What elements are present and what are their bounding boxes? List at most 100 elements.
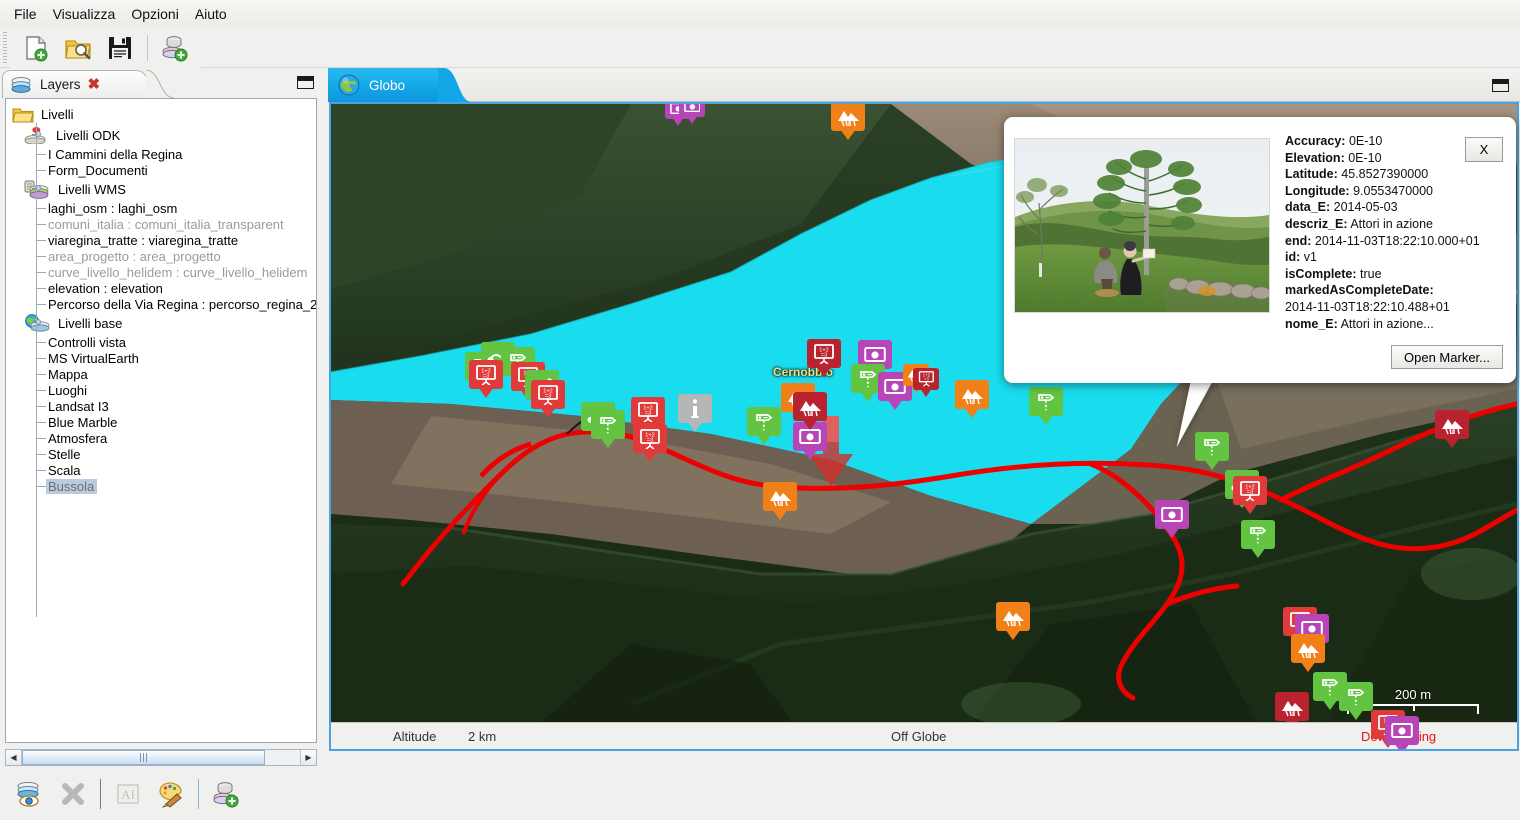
map-marker[interactable]: 1+2=3	[807, 339, 841, 379]
map-marker[interactable]	[1029, 387, 1063, 427]
layers-tree[interactable]: Livelli Livelli ODK I Cammini della Regina…	[5, 98, 317, 743]
scroll-left-arrow[interactable]: ◀	[6, 750, 22, 765]
blackboard-icon: 1+2=3	[469, 360, 503, 389]
menu-visualizza[interactable]: Visualizza	[45, 3, 124, 25]
tree-item[interactable]: Controlli vista	[6, 334, 316, 350]
tree-item[interactable]: curve_livello_helidem : curve_livello_he…	[6, 264, 316, 280]
tree-group-1[interactable]: Livelli WMS	[6, 178, 316, 200]
map-marker[interactable]: 1+2=3	[469, 360, 503, 400]
tree-item[interactable]: Scala	[6, 462, 316, 478]
globe-tab-slope	[438, 68, 472, 102]
tree-item[interactable]: Bussola	[6, 478, 316, 494]
tree-item[interactable]: laghi_osm : laghi_osm	[6, 200, 316, 216]
tree-item[interactable]: Blue Marble	[6, 414, 316, 430]
map-marker[interactable]: 1	[1291, 634, 1325, 674]
panorama-icon: 1	[763, 482, 797, 511]
blackboard-icon: 1+2=3	[1233, 476, 1267, 505]
map-marker[interactable]: 1	[1435, 410, 1469, 450]
close-popup-button[interactable]: X	[1465, 137, 1503, 162]
add-layer-icon	[162, 35, 188, 61]
svg-text:=3: =3	[1247, 489, 1253, 495]
tree-root-node[interactable]: Livelli	[6, 104, 316, 124]
map-marker[interactable]: 1	[955, 380, 989, 420]
tab-layers[interactable]: Layers ✖	[2, 70, 148, 98]
map-marker[interactable]	[1385, 716, 1419, 749]
open-file-button[interactable]	[58, 30, 98, 66]
tree-item-label: Percorso della Via Regina : percorso_reg…	[48, 296, 317, 312]
svg-text:=3: =3	[483, 373, 489, 379]
attribute-row: data_E: 2014-05-03	[1285, 199, 1515, 216]
attribute-value: 45.8527390000	[1341, 167, 1429, 182]
signpost-icon	[1029, 387, 1063, 416]
map-marker[interactable]: 1	[831, 104, 865, 142]
tree-item-label: curve_livello_helidem : curve_livello_he…	[48, 264, 308, 280]
tree-item[interactable]: Form_Documenti	[6, 162, 316, 178]
map-marker[interactable]: 1	[763, 482, 797, 522]
minimize-icon[interactable]	[297, 76, 314, 89]
map-marker[interactable]	[1241, 520, 1275, 560]
menu-bar: File Visualizza Opzioni Aiuto	[0, 0, 1520, 27]
attribute-key: Longitude:	[1285, 183, 1350, 198]
map-marker[interactable]: 1+2=3	[913, 368, 939, 399]
tree-item[interactable]: comuni_italia : comuni_italia_transparen…	[6, 216, 316, 232]
tree-item[interactable]: Mappa	[6, 366, 316, 382]
status-bar: Altitude 2 km Off Globe Downloading	[331, 722, 1517, 749]
marker-info-popup[interactable]: Accuracy: 0E-10 Elevation: 0E-10 Latitude:…	[1004, 117, 1516, 383]
add-layer-button[interactable]	[155, 30, 195, 66]
map-marker[interactable]	[679, 104, 705, 126]
map-marker[interactable]	[591, 410, 625, 450]
map-marker[interactable]: 1+2=3	[633, 424, 667, 464]
bottom-separator-1	[100, 779, 101, 809]
signpost-icon	[747, 407, 781, 436]
tree-item-label: Atmosfera	[48, 430, 108, 446]
style-palette-button[interactable]	[151, 775, 191, 813]
map-marker[interactable]	[1155, 500, 1189, 540]
tree-item[interactable]: Luoghi	[6, 382, 316, 398]
attribute-key: nome_E:	[1285, 316, 1338, 331]
map-marker[interactable]	[678, 394, 712, 434]
menu-file[interactable]: File	[6, 3, 45, 25]
minimize-icon[interactable]	[1492, 79, 1509, 92]
tree-item[interactable]: Atmosfera	[6, 430, 316, 446]
palette-style-icon	[159, 782, 182, 808]
toolbar-separator	[147, 34, 148, 61]
bottom-separator-2	[198, 779, 199, 809]
signpost-icon	[1339, 682, 1373, 711]
attribute-key: markedAsCompleteDate:	[1285, 283, 1434, 298]
close-icon[interactable]: ✖	[88, 77, 101, 92]
globe-tab-strip: Globo	[328, 68, 1520, 102]
scroll-right-arrow[interactable]: ▶	[300, 750, 316, 765]
map-marker[interactable]: 1+2=3	[1233, 476, 1267, 516]
map-marker[interactable]: 1	[996, 602, 1030, 642]
tree-item[interactable]: MS VirtualEarth	[6, 350, 316, 366]
attribute-value: 2014-11-03T18:22:10.000+01	[1314, 233, 1480, 248]
map-marker[interactable]: 1	[793, 392, 827, 432]
tree-item[interactable]: viaregina_tratte : viaregina_tratte	[6, 232, 316, 248]
tree-item[interactable]: I Cammini della Regina	[6, 146, 316, 162]
tree-item[interactable]: elevation : elevation	[6, 280, 316, 296]
map-marker[interactable]	[1339, 682, 1373, 722]
blackboard-icon: 1+2=3	[633, 424, 667, 453]
menu-aiuto[interactable]: Aiuto	[187, 3, 235, 25]
map-marker[interactable]	[747, 407, 781, 447]
tree-group-2[interactable]: Livelli base	[6, 312, 316, 334]
new-document-button[interactable]	[16, 30, 56, 66]
menu-opzioni[interactable]: Opzioni	[123, 3, 186, 25]
tree-item[interactable]: Stelle	[6, 446, 316, 462]
tree-item[interactable]: Percorso della Via Regina : percorso_reg…	[6, 296, 316, 312]
save-button[interactable]	[100, 30, 140, 66]
toolbar-drag-handle[interactable]	[3, 32, 7, 64]
attribute-key: isComplete:	[1285, 266, 1357, 281]
map-marker[interactable]: 1+2=3	[531, 380, 565, 420]
tree-group-0[interactable]: Livelli ODK	[6, 124, 316, 146]
scrollbar-thumb[interactable]	[22, 750, 265, 765]
scrollbar-track[interactable]	[22, 750, 300, 765]
tree-item[interactable]: Landsat I3	[6, 398, 316, 414]
open-marker-button[interactable]: Open Marker...	[1391, 345, 1503, 369]
tab-globo[interactable]: Globo	[328, 68, 438, 102]
layers-tab-strip: Layers ✖	[0, 68, 324, 98]
tree-item-label: Controlli vista	[48, 334, 127, 350]
toggle-layer-visibility-button[interactable]	[10, 775, 50, 813]
tree-item[interactable]: area_progetto : area_progetto	[6, 248, 316, 264]
add-layer-bottom-button[interactable]	[206, 775, 246, 813]
